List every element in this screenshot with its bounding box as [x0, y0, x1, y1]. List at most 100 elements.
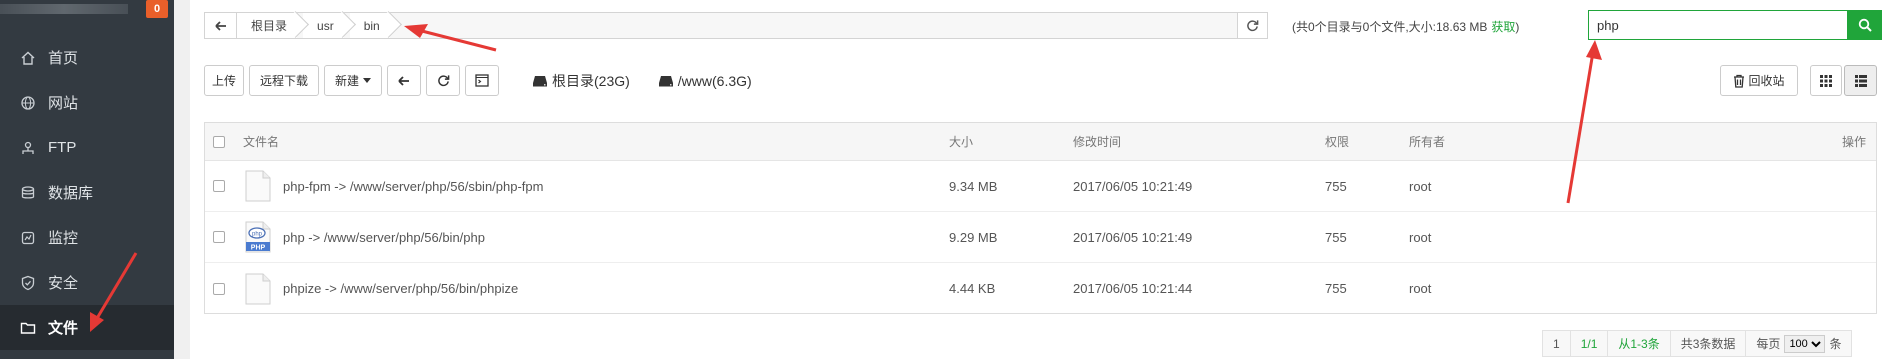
- sidebar-item-ftp[interactable]: FTP: [0, 125, 174, 170]
- terminal-button[interactable]: [465, 65, 499, 96]
- file-owner: root: [1409, 281, 1432, 296]
- new-dropdown-button[interactable]: 新建: [324, 65, 382, 96]
- sidebar-item-label: FTP: [48, 139, 77, 156]
- new-button-label: 新建: [334, 74, 359, 88]
- upload-button[interactable]: 上传: [204, 65, 244, 96]
- total-count: 共3条数据: [1671, 331, 1747, 356]
- page-current[interactable]: 1: [1543, 331, 1571, 356]
- monitor-icon: [21, 231, 35, 244]
- php-file-icon: php PHP: [245, 221, 271, 253]
- header-name[interactable]: 文件名: [243, 123, 279, 160]
- search-button[interactable]: [1848, 10, 1882, 40]
- sidebar-nav: 首页 网站 FTP 数据库 监控 安全 文件: [0, 35, 174, 350]
- sidebar-item-label: 网站: [48, 95, 79, 112]
- list-icon: [1854, 74, 1867, 87]
- file-mtime: 2017/06/05 10:21:44: [1073, 281, 1193, 296]
- file-icon: [245, 170, 271, 202]
- header-size[interactable]: 大小: [949, 123, 973, 160]
- caret-down-icon: [363, 77, 371, 83]
- disk-www-label: /www(6.3G): [677, 72, 752, 89]
- file-size: 4.44 KB: [949, 281, 996, 296]
- breadcrumb-usr[interactable]: usr: [303, 13, 344, 38]
- disk-www[interactable]: /www(6.3G): [658, 73, 752, 89]
- sidebar-header: 0: [0, 0, 174, 22]
- notification-badge[interactable]: 0: [146, 0, 168, 18]
- ftp-icon: [22, 141, 34, 154]
- row-checkbox[interactable]: [213, 282, 225, 295]
- sidebar: 0 首页 网站 FTP 数据库 监控 安全 文件: [0, 0, 174, 359]
- page-count: 1/1: [1571, 331, 1609, 356]
- file-size: 9.29 MB: [949, 229, 998, 245]
- file-toolbar: 上传 远程下载 新建 根目录(23G) /www(6.3G): [204, 65, 752, 96]
- fetch-size-link[interactable]: 获取: [1491, 20, 1515, 34]
- path-bar: 根目录 usr bin: [204, 12, 1268, 39]
- file-permission[interactable]: 755: [1325, 161, 1347, 211]
- header-permission[interactable]: 权限: [1325, 123, 1349, 160]
- go-back-button[interactable]: [387, 65, 421, 96]
- file-permission[interactable]: 755: [1325, 212, 1347, 262]
- file-name[interactable]: phpize -> /www/server/php/56/bin/phpize: [283, 281, 518, 296]
- grid-view-button[interactable]: [1810, 65, 1842, 96]
- sidebar-item-label: 首页: [48, 50, 79, 67]
- per-page-select[interactable]: 100: [1784, 334, 1826, 353]
- refresh-icon: [1247, 20, 1259, 32]
- search-input[interactable]: [1588, 10, 1848, 40]
- pagination: 1 1/1 从1-3条 共3条数据 每页 100 条: [1542, 330, 1853, 357]
- page-range: 从1-3条: [1608, 331, 1671, 356]
- table-row[interactable]: php-fpm -> /www/server/php/56/sbin/php-f…: [205, 161, 1876, 212]
- sidebar-item-label: 数据库: [48, 185, 94, 202]
- file-name[interactable]: php -> /www/server/php/56/bin/php: [283, 230, 485, 245]
- summary-text: (共0个目录与0个文件,大小:18.63 MB: [1292, 20, 1488, 34]
- search-icon: [1858, 18, 1872, 32]
- row-checkbox[interactable]: [213, 180, 225, 192]
- path-back-button[interactable]: [205, 13, 237, 38]
- file-owner: root: [1409, 178, 1432, 194]
- refresh-button[interactable]: [426, 65, 460, 96]
- path-refresh-button[interactable]: [1237, 13, 1267, 38]
- row-checkbox[interactable]: [213, 231, 225, 243]
- sidebar-item-database[interactable]: 数据库: [0, 170, 174, 215]
- database-icon: [21, 185, 35, 199]
- list-view-button[interactable]: [1844, 65, 1877, 96]
- globe-icon: [21, 95, 35, 110]
- sidebar-item-home[interactable]: 首页: [0, 35, 174, 80]
- breadcrumb-label: 根目录: [251, 19, 288, 33]
- refresh-icon: [437, 75, 449, 87]
- table-row[interactable]: phpize -> /www/server/php/56/bin/phpize …: [205, 263, 1876, 314]
- disk-root-label: 根目录(23G): [552, 72, 630, 89]
- blurred-server-info: [0, 4, 128, 14]
- breadcrumb-root[interactable]: 根目录: [237, 13, 298, 38]
- disk-root[interactable]: 根目录(23G): [532, 71, 630, 91]
- header-actions: 操作: [1841, 135, 1866, 149]
- file-table: 文件名 大小 修改时间 权限 所有者 操作 php-fpm -> /www/se…: [204, 122, 1877, 314]
- home-icon: [21, 51, 35, 65]
- per-page-unit: 条: [1829, 337, 1842, 351]
- recycle-bin-label: 回收站: [1748, 74, 1785, 88]
- file-permission[interactable]: 755: [1325, 263, 1347, 314]
- per-page-label: 每页: [1756, 337, 1781, 351]
- select-all-checkbox[interactable]: [213, 135, 225, 148]
- sidebar-item-files[interactable]: 文件: [0, 305, 174, 350]
- breadcrumb-bin[interactable]: bin: [349, 13, 390, 38]
- main-panel: 根目录 usr bin (共0个目录与0个文件,大小:18.63 MB获取) 上…: [190, 0, 1892, 359]
- arrow-left-icon: [214, 20, 226, 31]
- header-mtime[interactable]: 修改时间: [1073, 123, 1121, 160]
- sidebar-item-label: 文件: [48, 320, 79, 337]
- sidebar-item-monitor[interactable]: 监控: [0, 215, 174, 260]
- arrow-left-icon: [398, 75, 409, 86]
- sidebar-item-security[interactable]: 安全: [0, 260, 174, 305]
- sidebar-item-website[interactable]: 网站: [0, 80, 174, 125]
- directory-summary: (共0个目录与0个文件,大小:18.63 MB 获取): [1292, 18, 1519, 35]
- recycle-bin-button[interactable]: 回收站: [1720, 65, 1798, 96]
- file-mtime: 2017/06/05 10:21:49: [1073, 229, 1193, 245]
- header-owner[interactable]: 所有者: [1409, 123, 1445, 160]
- sidebar-item-label: 安全: [48, 275, 79, 292]
- per-page: 每页 100 条: [1746, 331, 1851, 356]
- grid-icon: [1820, 74, 1832, 87]
- shield-icon: [21, 275, 35, 290]
- file-owner: root: [1409, 229, 1432, 245]
- file-name[interactable]: php-fpm -> /www/server/php/56/sbin/php-f…: [283, 179, 543, 194]
- remote-download-button[interactable]: 远程下载: [249, 65, 319, 96]
- file-size: 9.34 MB: [949, 178, 998, 194]
- table-row[interactable]: php PHP php -> /www/server/php/56/bin/php…: [205, 212, 1876, 263]
